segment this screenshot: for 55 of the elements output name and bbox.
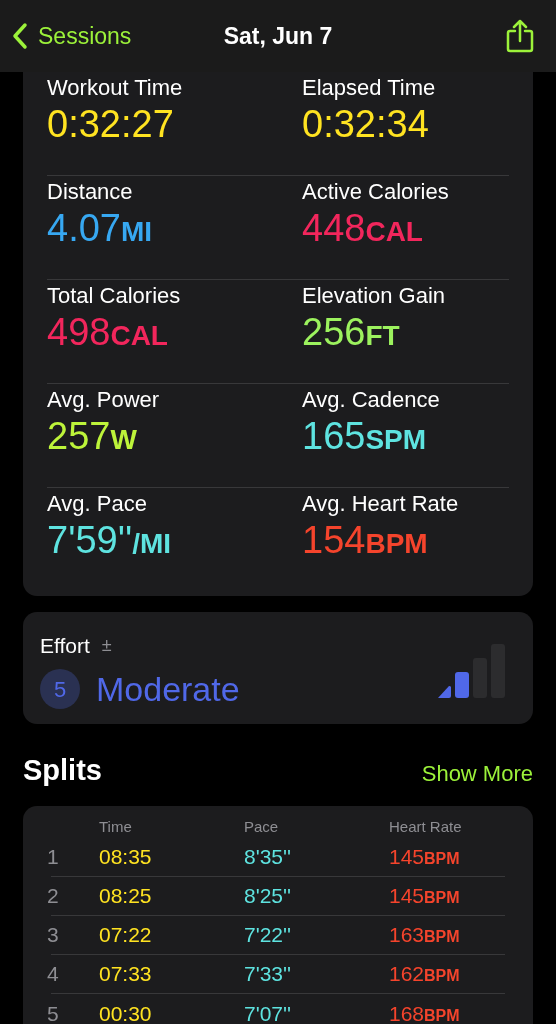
page-title: Sat, Jun 7 — [223, 21, 333, 51]
metric-label: Avg. Cadence — [302, 386, 441, 414]
metric-value: 0:32:27 — [47, 102, 175, 146]
metric-value: 165SPM — [302, 414, 428, 459]
chevron-left-icon — [12, 22, 28, 50]
metric-value: 257W — [47, 414, 138, 459]
column-header: Heart Rate — [389, 817, 463, 837]
metric-label: Total Calories — [47, 282, 182, 310]
row-number: 4 — [47, 961, 60, 988]
metric-label: Avg. Heart Rate — [302, 490, 460, 518]
share-icon — [506, 19, 534, 53]
metric-label: Avg. Pace — [47, 490, 148, 518]
effort-label: Effort — [40, 633, 90, 659]
metric-label: Active Calories — [302, 178, 450, 206]
metric-label: Workout Time — [47, 74, 184, 102]
split-time: 08:25 — [99, 883, 153, 910]
column-header: Time — [99, 817, 133, 837]
split-heart-rate: 168BPM — [389, 1000, 461, 1024]
split-heart-rate: 162BPM — [389, 961, 461, 988]
split-pace: 7'07'' — [244, 1000, 293, 1024]
row-number: 2 — [47, 883, 60, 910]
metric-value: 7'59''/MI — [47, 518, 173, 563]
split-heart-rate: 163BPM — [389, 922, 461, 949]
section-title: Splits — [23, 752, 102, 788]
metric-label: Elevation Gain — [302, 282, 447, 310]
metric-label: Avg. Power — [47, 386, 161, 414]
adjust-icon[interactable]: ± — [101, 632, 112, 660]
metric-label: Elapsed Time — [302, 74, 437, 102]
share-button[interactable] — [506, 19, 534, 53]
row-number: 5 — [47, 1000, 60, 1024]
column-header: Pace — [244, 817, 280, 837]
metric-label: Distance — [47, 178, 134, 206]
split-pace: 8'25'' — [244, 883, 293, 910]
metric-value: 448CAL — [302, 206, 424, 251]
split-pace: 8'35'' — [244, 844, 293, 871]
row-number: 3 — [47, 922, 60, 949]
split-heart-rate: 145BPM — [389, 883, 461, 910]
split-pace: 7'22'' — [244, 922, 293, 949]
split-time: 07:22 — [99, 922, 153, 949]
split-pace: 7'33'' — [244, 961, 293, 988]
metric-value: 256FT — [302, 310, 401, 355]
metric-value: 0:32:34 — [302, 102, 430, 146]
metric-value: 4.07MI — [47, 206, 154, 251]
split-time: 07:33 — [99, 961, 153, 988]
effort-bars-icon — [437, 642, 505, 698]
show-more-link[interactable]: Show More — [421, 757, 533, 792]
back-button[interactable]: Sessions — [12, 18, 132, 54]
row-number: 1 — [47, 844, 60, 871]
metric-value: 154BPM — [302, 518, 429, 563]
metric-value: 498CAL — [47, 310, 169, 355]
split-time: 00:30 — [99, 1000, 153, 1024]
split-heart-rate: 145BPM — [389, 844, 461, 871]
effort-score: 5 — [40, 669, 80, 709]
split-time: 08:35 — [99, 844, 153, 871]
effort-rating: Moderate — [96, 668, 240, 710]
